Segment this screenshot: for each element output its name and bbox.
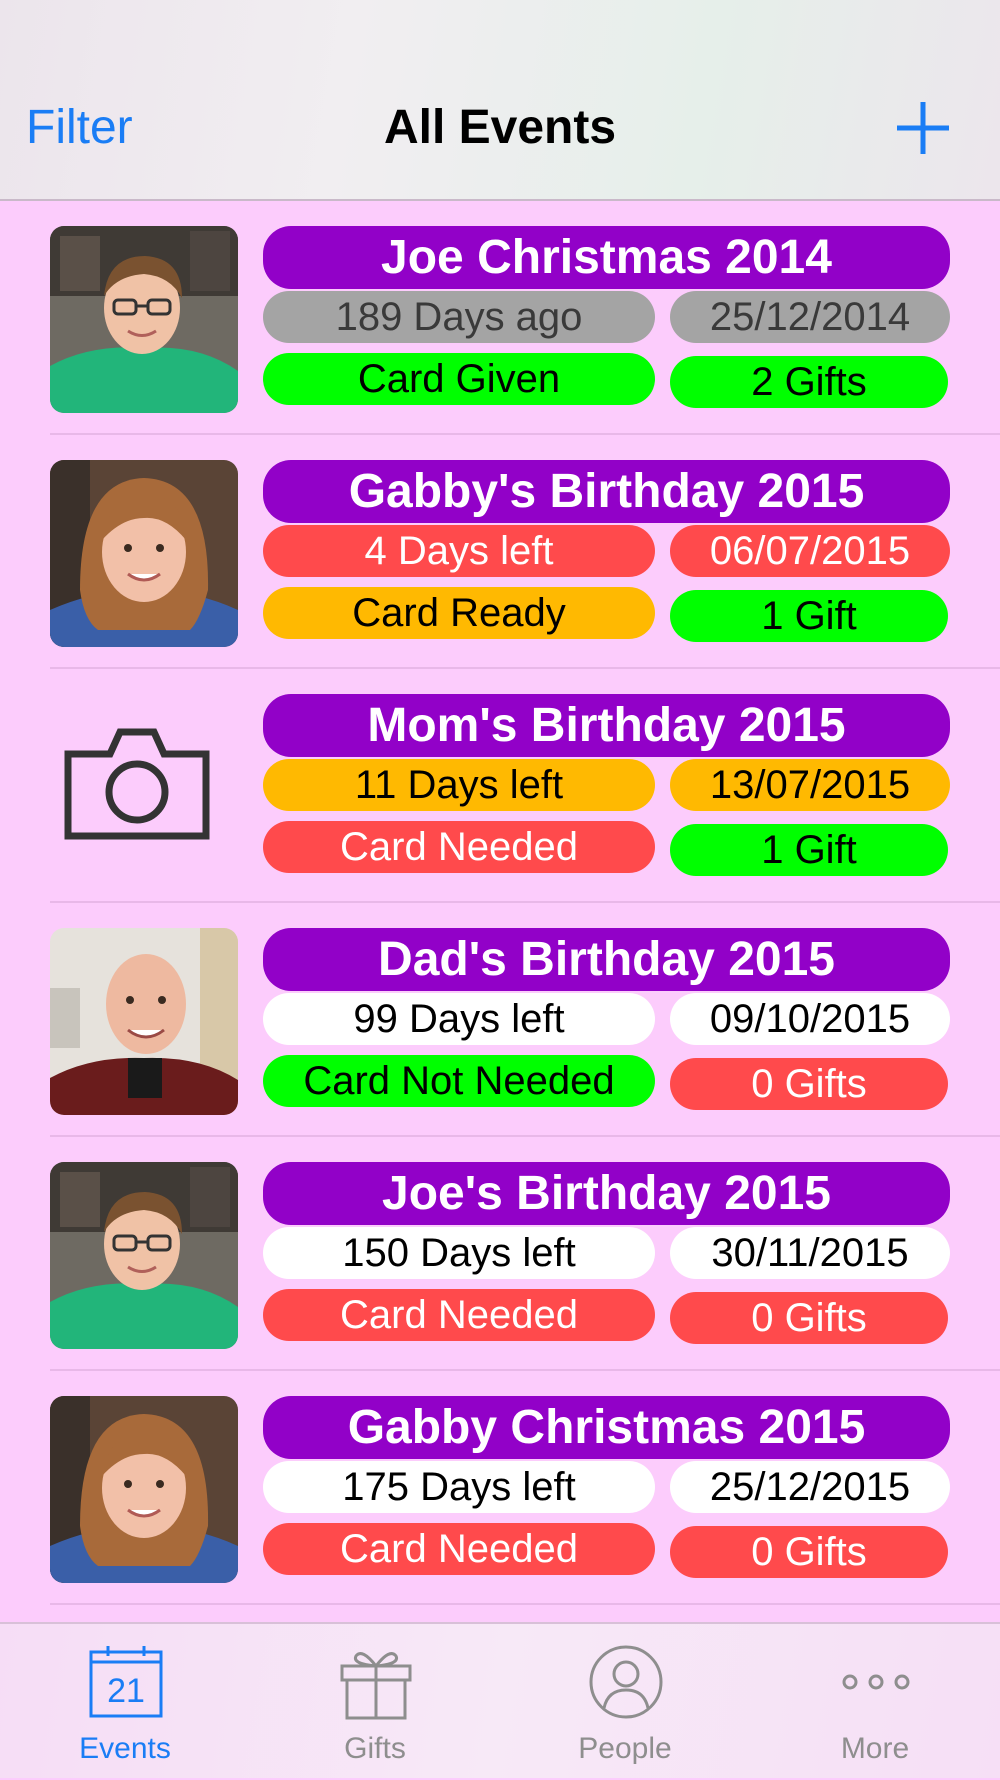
tab-label: Events	[79, 1732, 171, 1765]
days-remaining-badge: 99 Days left	[263, 993, 655, 1045]
avatar	[50, 1162, 238, 1349]
calendar-icon: 21	[88, 1644, 164, 1720]
tab-label: Gifts	[344, 1732, 406, 1765]
gift-count-badge: 0 Gifts	[670, 1526, 948, 1578]
event-date-badge: 13/07/2015	[670, 759, 950, 811]
tab-events[interactable]: 21 Events	[0, 1624, 250, 1780]
event-row[interactable]: Dad's Birthday 2015 99 Days left 09/10/201…	[0, 903, 1000, 1137]
avatar	[50, 928, 238, 1115]
card-status-badge: Card Given	[263, 353, 655, 405]
card-status-badge: Card Needed	[263, 1523, 655, 1575]
person-icon	[588, 1644, 664, 1720]
event-date-badge: 09/10/2015	[670, 993, 950, 1045]
calendar-day: 21	[107, 1672, 145, 1710]
avatar	[50, 1396, 238, 1583]
gift-count-badge: 0 Gifts	[670, 1058, 948, 1110]
event-date-badge: 30/11/2015	[670, 1227, 950, 1279]
card-status-badge: Card Ready	[263, 587, 655, 639]
event-row[interactable]: Gabby's Birthday 2015 4 Days left 06/07/20…	[0, 435, 1000, 669]
row-divider	[50, 1603, 1000, 1605]
days-remaining-badge: 11 Days left	[263, 759, 655, 811]
camera-icon[interactable]	[62, 714, 212, 854]
more-icon	[838, 1644, 914, 1720]
tab-people[interactable]: People	[500, 1624, 750, 1780]
gift-icon	[338, 1644, 414, 1720]
tab-label: More	[840, 1732, 910, 1765]
card-status-badge: Card Needed	[263, 1289, 655, 1341]
event-row[interactable]: Mom's Birthday 2015 11 Days left 13/07/201…	[0, 669, 1000, 903]
plus-icon[interactable]	[895, 100, 951, 156]
days-remaining-badge: 189 Days ago	[263, 291, 655, 343]
avatar	[50, 460, 238, 647]
event-row[interactable]: Gabby Christmas 2015 175 Days left 25/12/2…	[0, 1371, 1000, 1605]
avatar	[50, 226, 238, 413]
event-title: Joe's Birthday 2015	[263, 1162, 950, 1225]
event-row[interactable]: Joe's Birthday 2015 150 Days left 30/11/20…	[0, 1137, 1000, 1371]
days-remaining-badge: 175 Days left	[263, 1461, 655, 1513]
event-date-badge: 06/07/2015	[670, 525, 950, 577]
card-status-badge: Card Not Needed	[263, 1055, 655, 1107]
event-title: Gabby Christmas 2015	[263, 1396, 950, 1459]
card-status-badge: Card Needed	[263, 821, 655, 873]
tab-gifts[interactable]: Gifts	[250, 1624, 500, 1780]
gift-count-badge: 1 Gift	[670, 590, 948, 642]
event-list: Joe Christmas 2014 189 Days ago 25/12/2014…	[0, 201, 1000, 1605]
event-title: Joe Christmas 2014	[263, 226, 950, 289]
gift-count-badge: 0 Gifts	[670, 1292, 948, 1344]
tab-label: People	[578, 1732, 672, 1765]
days-remaining-badge: 150 Days left	[263, 1227, 655, 1279]
days-remaining-badge: 4 Days left	[263, 525, 655, 577]
page-title: All Events	[383, 101, 617, 154]
event-date-badge: 25/12/2015	[670, 1461, 950, 1513]
gift-count-badge: 1 Gift	[670, 824, 948, 876]
event-title: Gabby's Birthday 2015	[263, 460, 950, 523]
gift-count-badge: 2 Gifts	[670, 356, 948, 408]
tab-bar: 21 Events Gifts People More	[0, 1622, 1000, 1778]
navigation-bar: Filter All Events	[0, 0, 1000, 201]
tab-more[interactable]: More	[750, 1624, 1000, 1780]
event-date-badge: 25/12/2014	[670, 291, 950, 343]
event-title: Dad's Birthday 2015	[263, 928, 950, 991]
event-title: Mom's Birthday 2015	[263, 694, 950, 757]
event-row[interactable]: Joe Christmas 2014 189 Days ago 25/12/2014…	[0, 201, 1000, 435]
